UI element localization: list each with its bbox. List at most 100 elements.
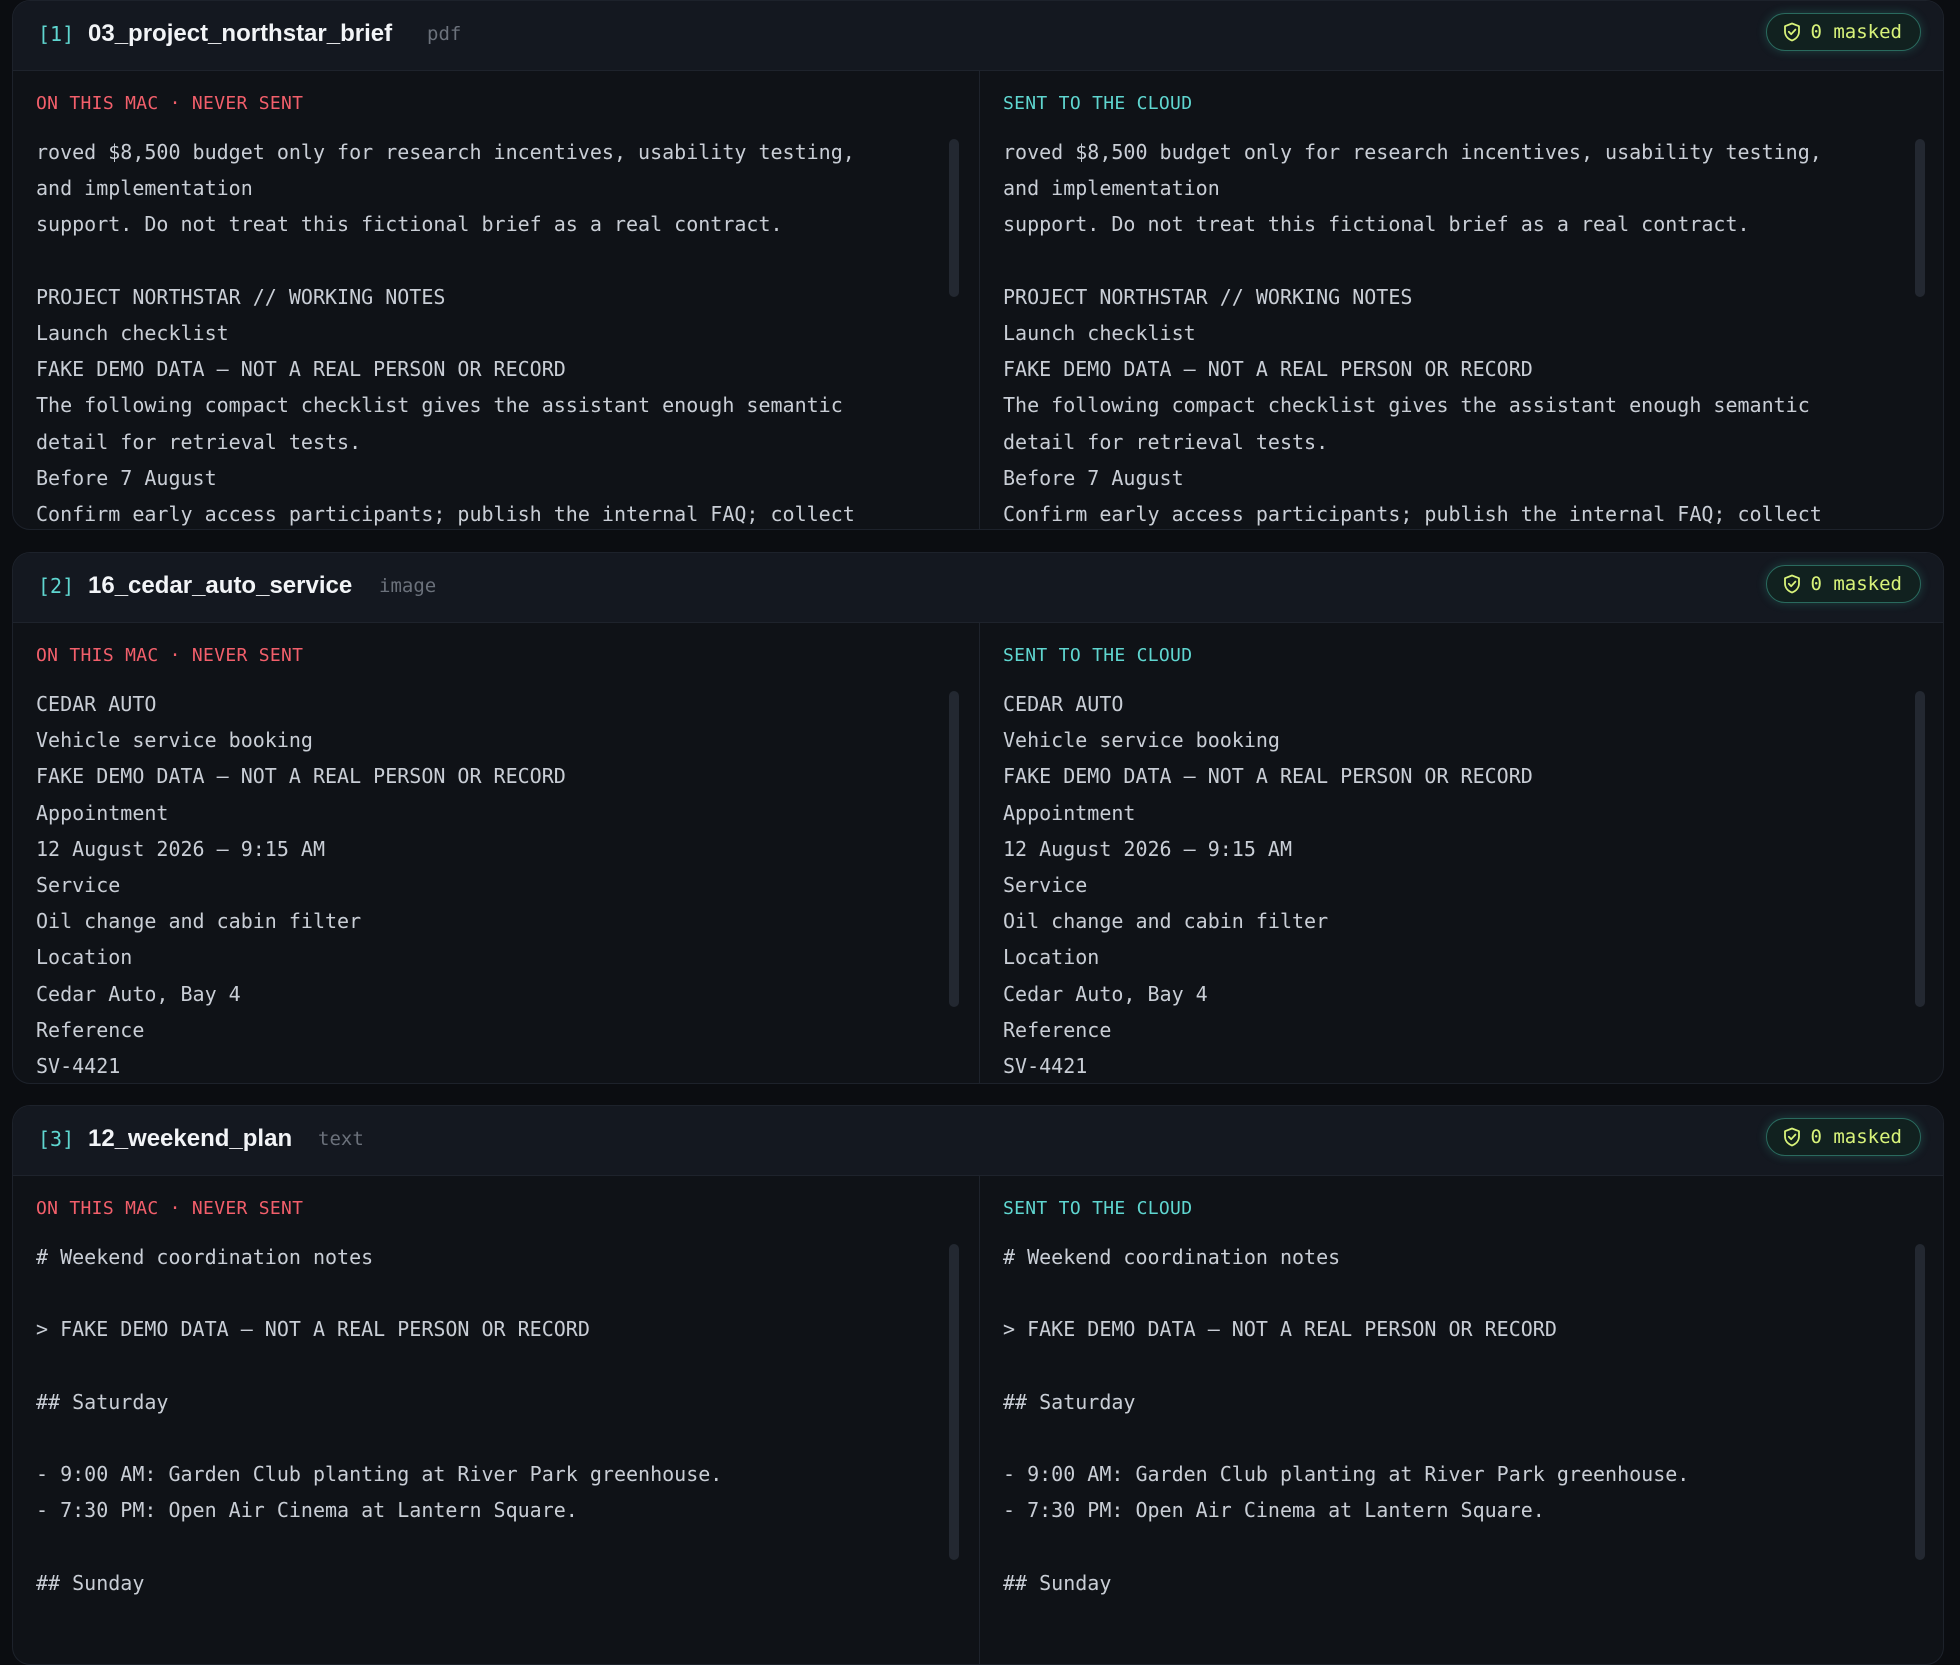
local-scrollbar[interactable]	[949, 691, 959, 1007]
cloud-pane: SENT TO THE CLOUD roved $8,500 budget on…	[980, 71, 1943, 529]
text-line: FAKE DEMO DATA — NOT A REAL PERSON OR RE…	[1003, 764, 1533, 789]
document-card: [2] 16_cedar_auto_service image 0 masked…	[12, 552, 1944, 1084]
cloud-scrollbar[interactable]	[1915, 691, 1925, 1007]
shield-check-icon	[1783, 22, 1801, 42]
text-line: Service	[36, 872, 121, 897]
text-line: The following compact checklist gives th…	[1003, 393, 1810, 418]
text-line: SV-4421	[1003, 1053, 1088, 1078]
shield-check-icon	[1783, 1127, 1801, 1147]
card-index: [2]	[38, 574, 75, 598]
text-line: support. Do not treat this fictional bri…	[1003, 212, 1750, 237]
local-text-view[interactable]: roved $8,500 budget only for research in…	[36, 134, 916, 529]
masked-count-badge: 0 masked	[1766, 1118, 1921, 1156]
cloud-text-view[interactable]: CEDAR AUTO Vehicle service booking FAKE DE…	[1003, 686, 1883, 1083]
local-text-view[interactable]: CEDAR AUTO Vehicle service booking FAKE DE…	[36, 686, 916, 1083]
text-line: Location	[36, 945, 133, 970]
text-line: Appointment	[1003, 800, 1136, 825]
text-line: Launch checklist	[36, 320, 229, 345]
text-line: Reference	[36, 1017, 145, 1042]
text-line: 12 August 2026 — 9:15 AM	[1003, 836, 1292, 861]
local-pane-label: ON THIS MAC · NEVER SENT	[36, 1198, 304, 1219]
text-line: Confirm early access participants; publi…	[36, 501, 855, 526]
text-line: Service	[1003, 872, 1088, 897]
cloud-scrollbar[interactable]	[1915, 139, 1925, 297]
cloud-pane: SENT TO THE CLOUD # Weekend coordination…	[980, 1176, 1943, 1664]
text-line: Vehicle service booking	[1003, 728, 1280, 753]
card-index: [1]	[38, 22, 75, 46]
local-pane-label: ON THIS MAC · NEVER SENT	[36, 645, 304, 666]
local-scrollbar[interactable]	[949, 139, 959, 297]
text-line: Cedar Auto, Bay 4	[1003, 981, 1208, 1006]
document-type: text	[318, 1128, 364, 1150]
text-line: and implementation	[36, 176, 253, 201]
text-line: and implementation	[1003, 176, 1220, 201]
cloud-pane-label: SENT TO THE CLOUD	[1003, 1198, 1193, 1219]
cloud-text-view[interactable]: # Weekend coordination notes > FAKE DEMO …	[1003, 1239, 1883, 1664]
document-title: 12_weekend_plan	[88, 1125, 293, 1152]
local-text-view[interactable]: # Weekend coordination notes > FAKE DEMO …	[36, 1239, 916, 1664]
local-scrollbar[interactable]	[949, 1244, 959, 1560]
shield-check-icon	[1783, 574, 1801, 594]
card-header: [3] 12_weekend_plan text 0 masked	[13, 1106, 1943, 1176]
text-line: Before 7 August	[1003, 465, 1184, 490]
text-line: Oil change and cabin filter	[1003, 909, 1329, 934]
text-line: roved $8,500 budget only for research in…	[36, 140, 855, 164]
text-line: > FAKE DEMO DATA — NOT A REAL PERSON OR …	[1003, 1317, 1557, 1342]
text-line: Location	[1003, 945, 1100, 970]
text-line: Before 7 August	[36, 465, 217, 490]
text-line: Vehicle service booking	[36, 728, 313, 753]
text-line: ## Saturday	[36, 1389, 169, 1414]
text-line: # Weekend coordination notes	[36, 1245, 374, 1269]
text-line	[1003, 1348, 1883, 1384]
masked-count-badge: 0 masked	[1766, 13, 1921, 51]
text-line: Cedar Auto, Bay 4	[36, 981, 241, 1006]
text-line: Launch checklist	[1003, 320, 1196, 345]
text-line	[1003, 243, 1883, 279]
text-line	[1003, 1275, 1883, 1311]
text-line: ## Sunday	[1003, 1570, 1112, 1595]
local-pane: ON THIS MAC · NEVER SENT CEDAR AUTO Vehic…	[13, 623, 980, 1083]
text-line: > FAKE DEMO DATA — NOT A REAL PERSON OR …	[36, 1317, 590, 1342]
text-line	[1003, 1420, 1883, 1456]
text-line: PROJECT NORTHSTAR // WORKING NOTES	[36, 284, 446, 309]
document-card: [1] 03_project_northstar_brief pdf 0 mas…	[12, 0, 1944, 530]
masked-count-label: 0 masked	[1810, 21, 1902, 43]
document-comparison-list: [1] 03_project_northstar_brief pdf 0 mas…	[0, 0, 1960, 1665]
card-header: [1] 03_project_northstar_brief pdf 0 mas…	[13, 1, 1943, 71]
document-type: image	[379, 575, 437, 597]
text-line: - 7:30 PM: Open Air Cinema at Lantern Sq…	[36, 1498, 578, 1523]
text-line	[36, 1529, 916, 1565]
cloud-pane: SENT TO THE CLOUD CEDAR AUTO Vehicle serv…	[980, 623, 1943, 1083]
text-line: # Weekend coordination notes	[1003, 1245, 1341, 1269]
text-line: 12 August 2026 — 9:15 AM	[36, 836, 325, 861]
local-pane: ON THIS MAC · NEVER SENT roved $8,500 bu…	[13, 71, 980, 529]
text-line: FAKE DEMO DATA — NOT A REAL PERSON OR RE…	[1003, 357, 1533, 382]
text-line: Confirm early access participants; publi…	[1003, 501, 1822, 526]
local-pane: ON THIS MAC · NEVER SENT # Weekend coord…	[13, 1176, 980, 1664]
cloud-scrollbar[interactable]	[1915, 1244, 1925, 1560]
text-line	[36, 1275, 916, 1311]
text-line: - 9:00 AM: Garden Club planting at River…	[36, 1462, 723, 1487]
text-line	[1003, 1529, 1883, 1565]
text-line	[36, 1348, 916, 1384]
text-line: The following compact checklist gives th…	[36, 393, 843, 418]
text-line: FAKE DEMO DATA — NOT A REAL PERSON OR RE…	[36, 357, 566, 382]
masked-count-badge: 0 masked	[1766, 565, 1921, 603]
text-line	[36, 243, 916, 279]
text-line: FAKE DEMO DATA — NOT A REAL PERSON OR RE…	[36, 764, 566, 789]
masked-count-label: 0 masked	[1810, 573, 1902, 595]
text-line: - 9:00 AM: Garden Club planting at River…	[1003, 1462, 1690, 1487]
text-line: CEDAR AUTO	[36, 692, 157, 716]
text-line: Appointment	[36, 800, 169, 825]
text-line: support. Do not treat this fictional bri…	[36, 212, 783, 237]
text-line: CEDAR AUTO	[1003, 692, 1124, 716]
cloud-text-view[interactable]: roved $8,500 budget only for research in…	[1003, 134, 1883, 529]
cloud-pane-label: SENT TO THE CLOUD	[1003, 645, 1193, 666]
text-line: detail for retrieval tests.	[36, 429, 362, 454]
text-line: SV-4421	[36, 1053, 121, 1078]
local-pane-label: ON THIS MAC · NEVER SENT	[36, 93, 304, 114]
text-line: Oil change and cabin filter	[36, 909, 362, 934]
text-line: ## Saturday	[1003, 1389, 1136, 1414]
text-line: - 7:30 PM: Open Air Cinema at Lantern Sq…	[1003, 1498, 1545, 1523]
document-type: pdf	[427, 23, 462, 45]
